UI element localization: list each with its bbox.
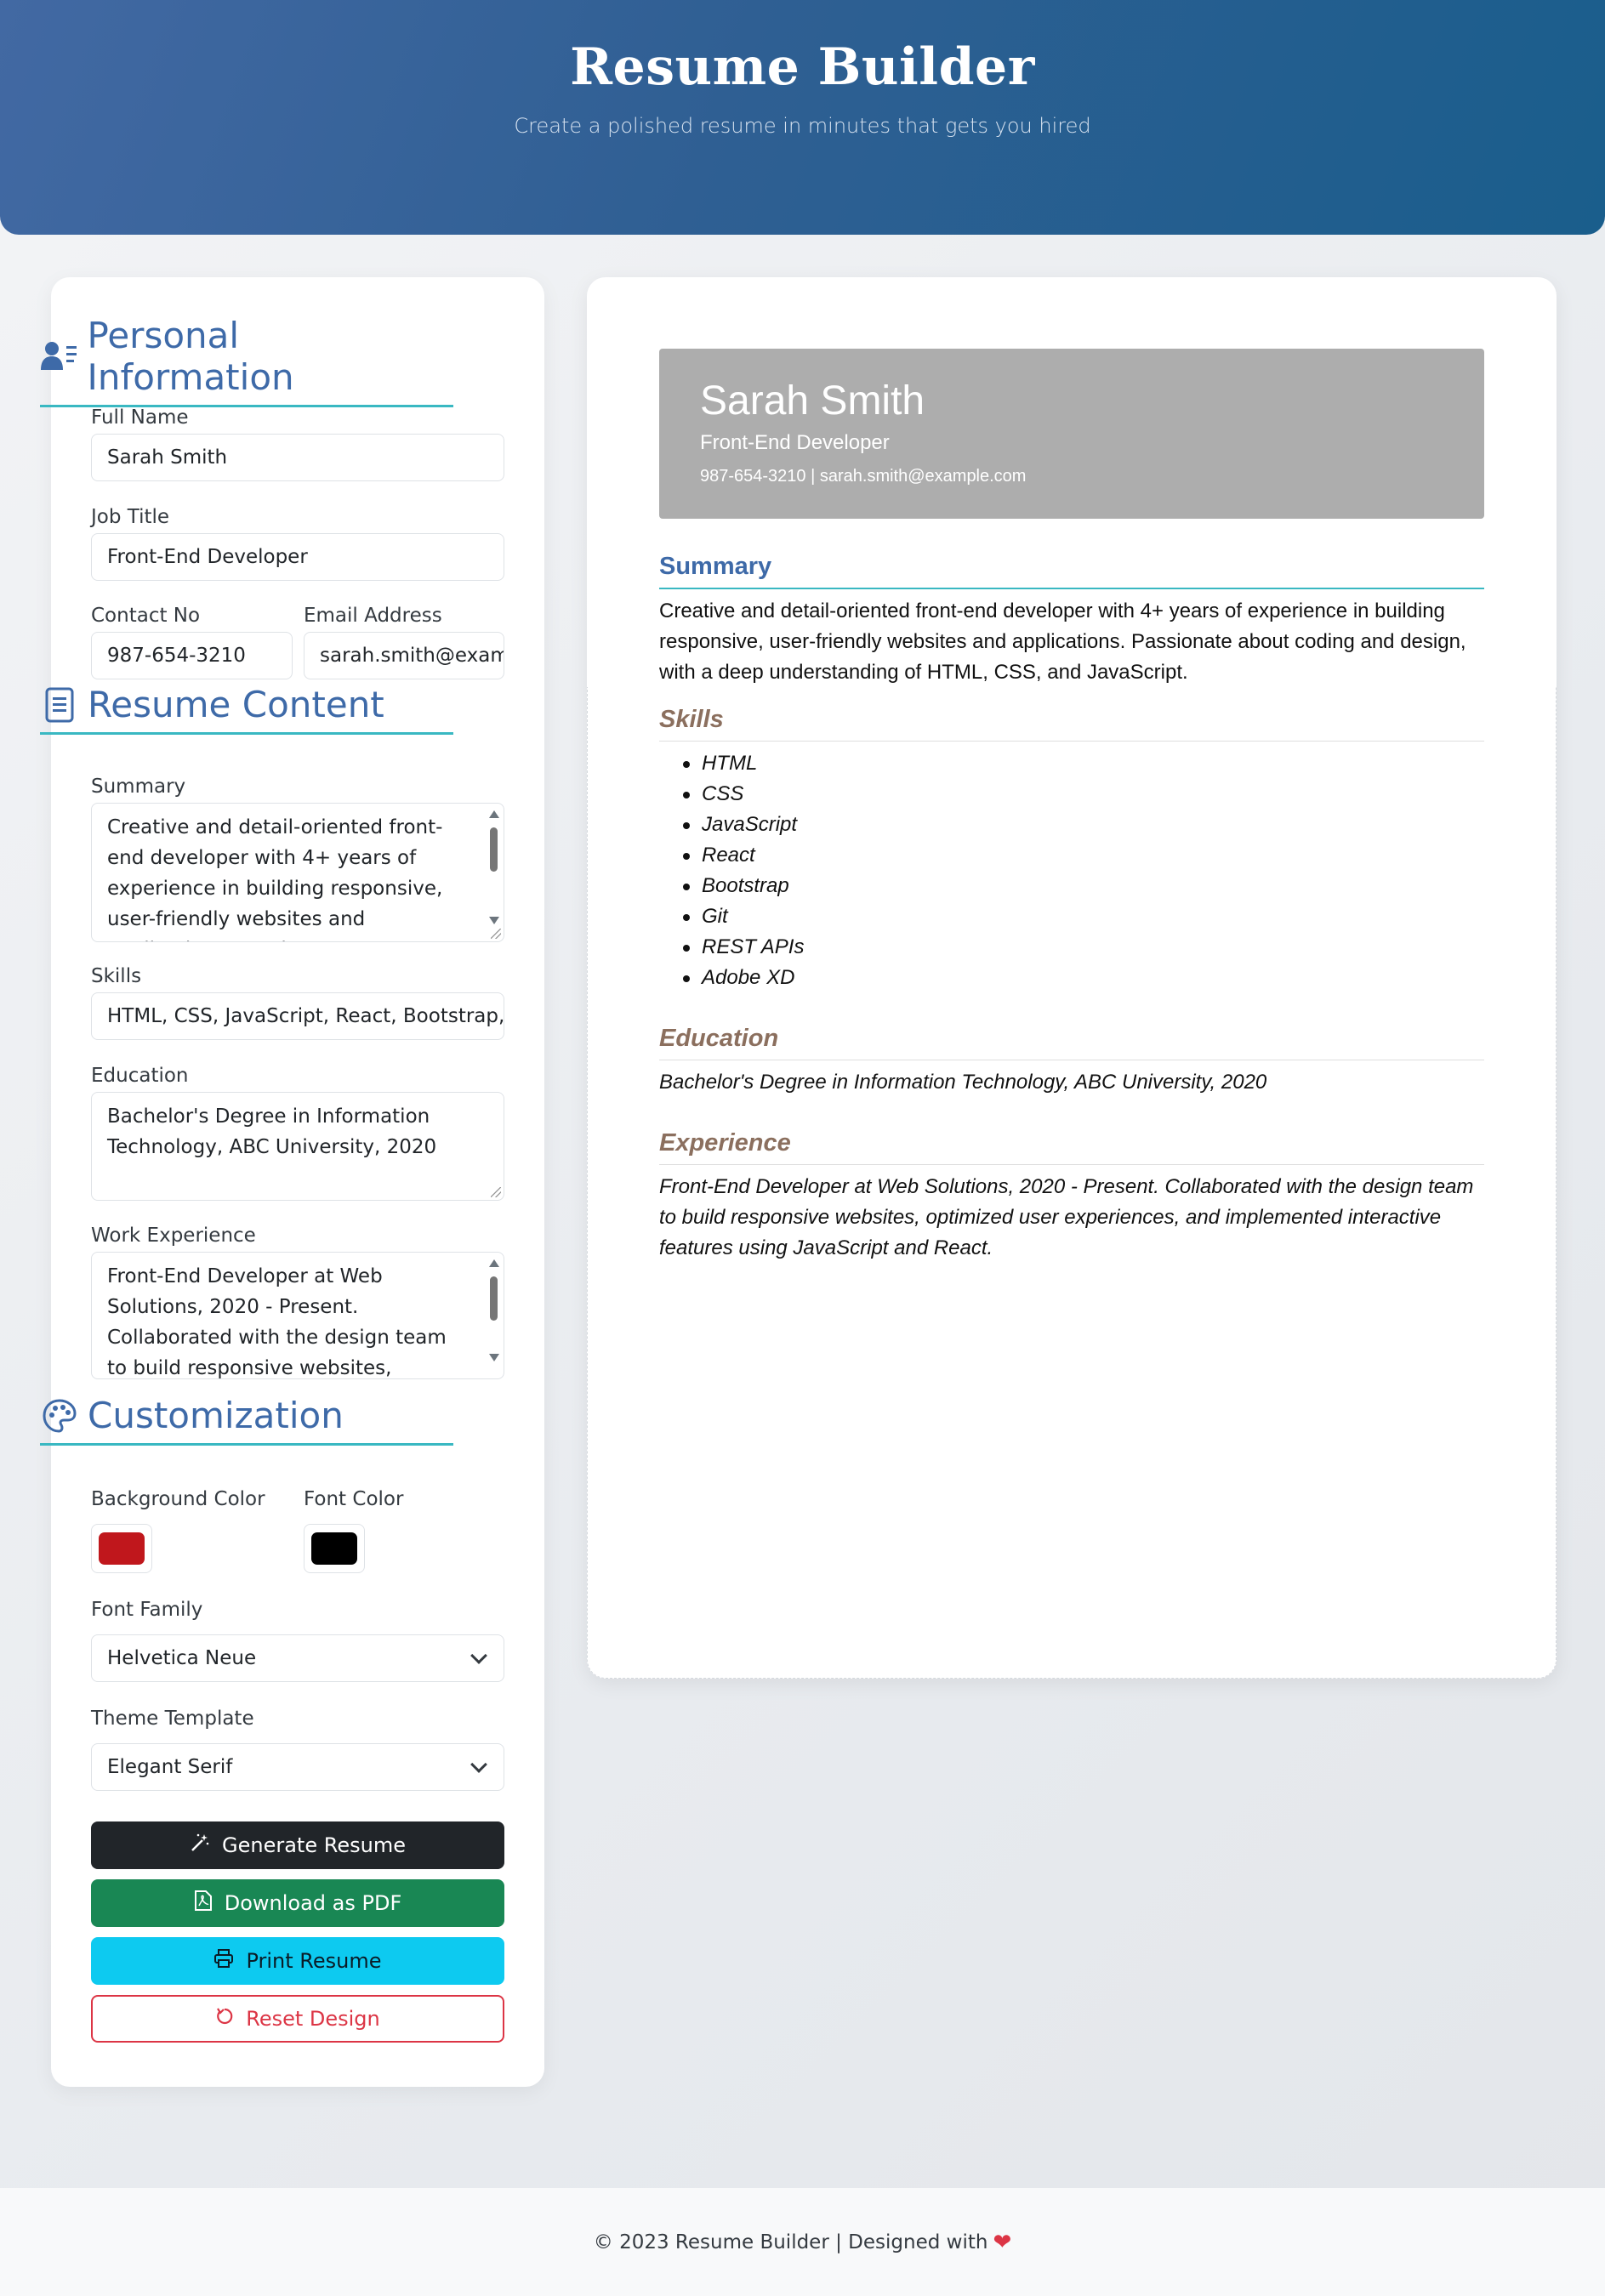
education-label: Education: [91, 1065, 189, 1087]
reset-label: Reset Design: [246, 2007, 380, 2031]
resume-skill-item: Bootstrap: [659, 871, 804, 901]
experience-text: Front-End Developer at Web Solutions, 20…: [107, 1265, 447, 1379]
download-label: Download as PDF: [224, 1891, 402, 1915]
personal-info-heading: Personal Information: [40, 315, 453, 407]
summary-textarea[interactable]: Creative and detail-oriented front-end d…: [91, 803, 504, 942]
resume-summary-heading: Summary: [659, 553, 1484, 589]
document-icon: [40, 685, 79, 725]
font-color-swatch: [311, 1532, 357, 1565]
resume-skill-item: Git: [659, 901, 804, 932]
bg-color-swatch: [99, 1532, 145, 1565]
resume-job-title: Front-End Developer: [700, 431, 890, 454]
palette-icon: [40, 1396, 79, 1435]
section-title-text: Resume Content: [88, 684, 384, 725]
download-pdf-button[interactable]: Download as PDF: [91, 1879, 504, 1927]
resume-skill-item: REST APIs: [659, 932, 804, 963]
skills-input[interactable]: HTML, CSS, JavaScript, React, Bootstrap,…: [91, 992, 504, 1040]
resize-handle-icon[interactable]: [491, 1187, 501, 1197]
font-family-label: Font Family: [91, 1599, 203, 1621]
resume-skill-item: CSS: [659, 779, 804, 810]
reset-icon: [215, 2007, 234, 2031]
reset-design-button[interactable]: Reset Design: [91, 1995, 504, 2043]
summary-scrollbar[interactable]: [487, 809, 500, 924]
page-footer: © 2023 Resume Builder | Designed with ❤: [0, 2188, 1605, 2296]
resize-handle-icon[interactable]: [491, 929, 501, 939]
resume-education-heading: Education: [659, 1025, 1484, 1060]
font-color-label: Font Color: [304, 1488, 404, 1510]
email-label: Email Address: [304, 605, 442, 627]
font-family-value: Helvetica Neue: [107, 1647, 257, 1669]
page-title: Resume Builder: [570, 37, 1035, 97]
generate-resume-button[interactable]: Generate Resume: [91, 1821, 504, 1869]
customization-heading: Customization: [40, 1395, 453, 1446]
chevron-down-icon: [470, 1756, 487, 1773]
full-name-input[interactable]: Sarah Smith: [91, 434, 504, 481]
page-header: Resume Builder Create a polished resume …: [0, 0, 1605, 235]
resume-header: Sarah Smith Front-End Developer 987-654-…: [659, 349, 1484, 519]
contact-label: Contact No: [91, 605, 201, 627]
summary-text: Creative and detail-oriented front-end d…: [107, 816, 443, 941]
print-label: Print Resume: [246, 1949, 382, 1973]
page-subtitle: Create a polished resume in minutes that…: [514, 114, 1091, 138]
theme-select[interactable]: Elegant Serif: [91, 1743, 504, 1791]
theme-label: Theme Template: [91, 1708, 254, 1730]
resume-skill-item: HTML: [659, 748, 804, 779]
font-family-select[interactable]: Helvetica Neue: [91, 1634, 504, 1682]
resume-experience-text: Front-End Developer at Web Solutions, 20…: [659, 1175, 1474, 1259]
generate-label: Generate Resume: [222, 1833, 406, 1857]
resume-education-text: Bachelor's Degree in Information Technol…: [659, 1071, 1267, 1094]
resume-name: Sarah Smith: [700, 378, 925, 423]
pdf-file-icon: [194, 1890, 213, 1917]
summary-label: Summary: [91, 776, 186, 798]
magic-wand-icon: [190, 1833, 210, 1858]
footer-text: © 2023 Resume Builder | Designed with: [593, 2231, 988, 2253]
heart-icon: ❤: [993, 2229, 1012, 2255]
resume-skills-list: HTML CSS JavaScript React Bootstrap Git REST A…: [659, 748, 804, 993]
skills-label: Skills: [91, 965, 142, 987]
resume-skill-item: JavaScript: [659, 810, 804, 840]
resume-skills-heading: Skills: [659, 706, 1484, 742]
education-textarea[interactable]: Bachelor's Degree in Information Technol…: [91, 1092, 504, 1201]
contact-input[interactable]: 987-654-3210: [91, 632, 293, 679]
user-details-icon: [40, 337, 79, 376]
chevron-down-icon: [470, 1647, 487, 1664]
theme-value: Elegant Serif: [107, 1756, 233, 1778]
bg-color-label: Background Color: [91, 1488, 265, 1510]
resume-content-heading: Resume Content: [40, 684, 453, 735]
section-title-text: Personal Information: [87, 315, 294, 398]
resume-skill-item: Adobe XD: [659, 963, 804, 993]
print-resume-button[interactable]: Print Resume: [91, 1937, 504, 1985]
email-input[interactable]: sarah.smith@exam: [304, 632, 504, 679]
education-text: Bachelor's Degree in Information Technol…: [107, 1105, 437, 1158]
job-title-label: Job Title: [91, 506, 170, 528]
resume-summary-text: Creative and detail-oriented front-end d…: [659, 600, 1466, 684]
experience-textarea[interactable]: Front-End Developer at Web Solutions, 20…: [91, 1252, 504, 1379]
resume-contact: 987-654-3210 | sarah.smith@example.com: [700, 467, 1027, 486]
full-name-label: Full Name: [91, 406, 189, 429]
printer-icon: [213, 1949, 234, 1973]
experience-scrollbar[interactable]: [487, 1258, 500, 1361]
font-color-picker[interactable]: [304, 1524, 365, 1573]
job-title-input[interactable]: Front-End Developer: [91, 533, 504, 581]
bg-color-picker[interactable]: [91, 1524, 152, 1573]
resume-experience-heading: Experience: [659, 1129, 1484, 1165]
experience-label: Work Experience: [91, 1225, 256, 1247]
resume-skill-item: React: [659, 840, 804, 871]
section-title-text: Customization: [88, 1395, 344, 1436]
